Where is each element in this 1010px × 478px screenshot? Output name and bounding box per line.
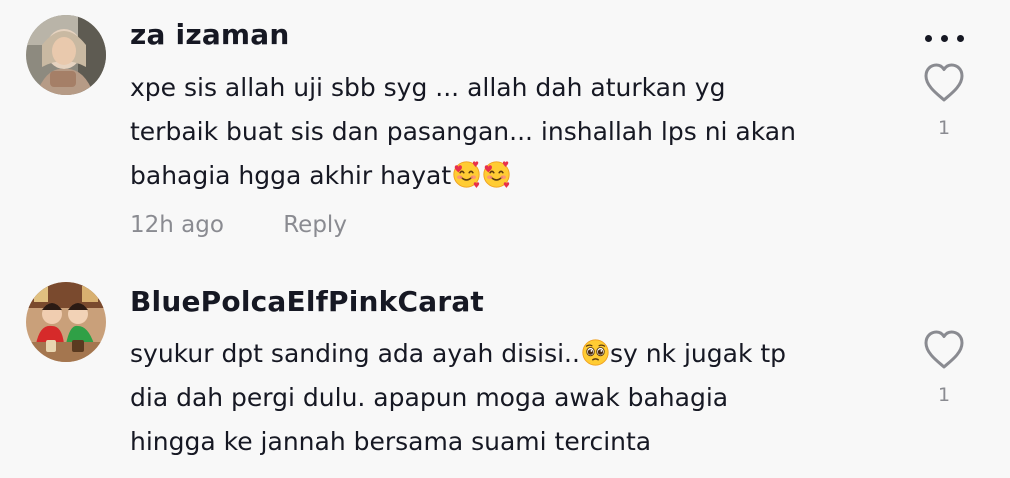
comment-text-fragment: sy nk jugak tp xyxy=(609,339,787,368)
comment-item: za izaman xpe sis allah uji sbb syg ... … xyxy=(0,0,1010,270)
smiling-face-with-hearts-icon xyxy=(483,161,510,189)
comment-text: syukur dpt sanding ada ayah disisi.. sy … xyxy=(130,332,900,464)
pleading-face-icon xyxy=(582,339,609,366)
more-horizontal-icon xyxy=(925,35,932,42)
more-horizontal-icon xyxy=(957,35,964,42)
comment-text-fragment: syukur dpt sanding ada ayah disisi.. xyxy=(130,339,580,368)
more-horizontal-icon xyxy=(941,35,948,42)
comment-timestamp: 12h ago xyxy=(130,212,224,238)
more-options-button[interactable] xyxy=(920,22,970,52)
comment-username[interactable]: BluePolcaElfPinkCarat xyxy=(130,285,484,318)
comment-text-line: terbaik buat sis dan pasangan... inshall… xyxy=(130,117,796,146)
like-count: 1 xyxy=(937,117,951,139)
comment-text: xpe sis allah uji sbb syg ... allah dah … xyxy=(130,66,900,198)
avatar[interactable] xyxy=(26,15,106,95)
like-count: 1 xyxy=(937,384,951,406)
heart-outline-icon xyxy=(924,330,964,369)
comment-text-line: hingga ke jannah bersama suami tercinta xyxy=(130,427,652,456)
comment-meta: 12h ago Reply xyxy=(130,212,347,238)
comment-text-line: dia dah pergi dulu. apapun moga awak bah… xyxy=(130,383,729,412)
heart-outline-icon xyxy=(924,63,964,102)
comment-text-line: syukur dpt sanding ada ayah disisi.. sy … xyxy=(130,332,900,376)
comment-username[interactable]: za izaman xyxy=(130,18,290,51)
comment-text-line: bahagia hgga akhir hayat xyxy=(130,154,900,198)
comment-text-line: xpe sis allah uji sbb syg ... allah dah … xyxy=(130,73,726,102)
like-button[interactable] xyxy=(920,60,968,104)
comment-item: BluePolcaElfPinkCarat syukur dpt sanding… xyxy=(0,270,1010,478)
comment-text-fragment: bahagia hgga akhir hayat xyxy=(130,161,452,190)
reply-button[interactable]: Reply xyxy=(283,212,347,238)
like-button[interactable] xyxy=(920,327,968,371)
avatar[interactable] xyxy=(26,282,106,362)
smiling-face-with-hearts-icon xyxy=(453,161,480,189)
